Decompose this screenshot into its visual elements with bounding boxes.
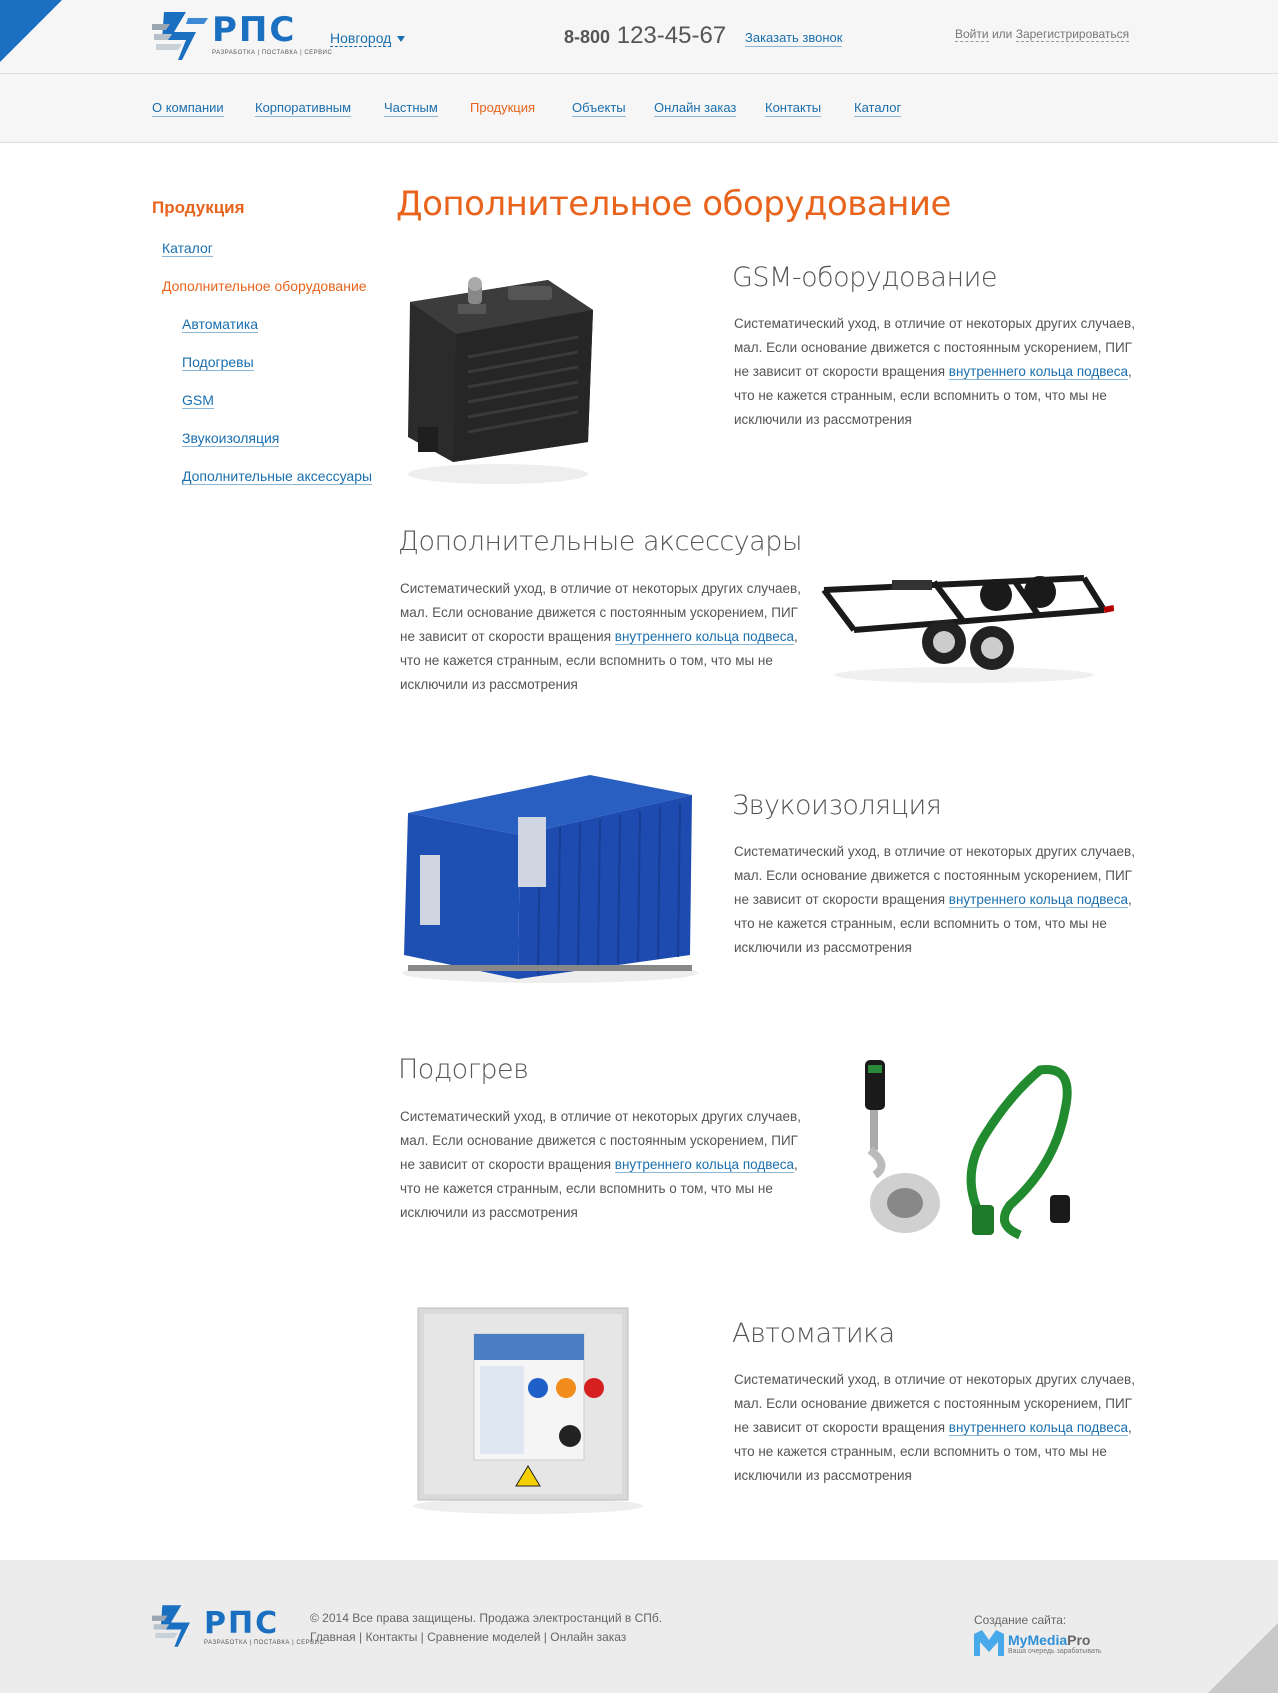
- footer-logo-subtitle: РАЗРАБОТКА | ПОСТАВКА | СЕРВИС: [204, 1640, 325, 1646]
- callback-link[interactable]: Заказать звонок: [745, 30, 843, 47]
- section-link-heater[interactable]: внутреннего кольца подвеса: [614, 1157, 795, 1173]
- nav-item-products[interactable]: Продукция: [470, 100, 535, 116]
- studio-logo[interactable]: MyMediaPro Ваша очередь зарабатывать: [974, 1630, 1114, 1660]
- phone-main: 123-45-67: [616, 22, 727, 49]
- corner-decoration: [0, 0, 62, 62]
- container-image[interactable]: [400, 773, 703, 985]
- sidebar-item-automation[interactable]: Автоматика: [182, 316, 259, 333]
- footer-links: Главная | Контакты | Сравнение моделей |…: [310, 1630, 627, 1644]
- main-nav: О компании Корпоративным Частным Продукц…: [0, 73, 1278, 143]
- section-title-soundproofing: Звукоизоляция: [732, 790, 942, 821]
- section-title-gsm: GSM-оборудование: [732, 262, 998, 293]
- footer-copyright: © 2014 Все права защищены. Продажа элект…: [310, 1611, 663, 1625]
- sidebar-item-extra-equipment[interactable]: Дополнительное оборудование: [162, 278, 367, 294]
- logo-text: РПС: [212, 10, 297, 50]
- nav-item-contacts[interactable]: Контакты: [765, 100, 822, 117]
- studio-name-b: Pro: [1067, 1632, 1091, 1648]
- gsm-modem-image[interactable]: [398, 262, 598, 487]
- sidebar-item-accessories[interactable]: Дополнительные аксессуары: [182, 468, 373, 485]
- logo-icon: [152, 12, 208, 60]
- footer-logo-text: РПС: [204, 1606, 280, 1641]
- nav-item-private[interactable]: Частным: [384, 100, 438, 117]
- footer-link-home[interactable]: Главная: [310, 1630, 356, 1644]
- heater-image[interactable]: [860, 1055, 1090, 1240]
- city-selector[interactable]: Новгород: [330, 30, 392, 47]
- chevron-down-icon[interactable]: [397, 36, 405, 42]
- nav-item-catalog[interactable]: Каталог: [854, 100, 902, 117]
- sidebar-item-gsm[interactable]: GSM: [182, 392, 214, 409]
- nav-item-online-order[interactable]: Онлайн заказ: [654, 100, 737, 117]
- corner-decoration: [1208, 1623, 1278, 1693]
- section-link-gsm[interactable]: внутреннего кольца подвеса: [948, 364, 1129, 380]
- studio-name-a: MyMedia: [1008, 1632, 1068, 1648]
- auth-or: или: [991, 27, 1013, 41]
- logo-icon: [152, 1605, 190, 1647]
- section-text-accessories: Систематический уход, в отличие от некот…: [400, 577, 810, 697]
- footer-link-compare[interactable]: Сравнение моделей: [427, 1630, 540, 1644]
- section-title-automation: Автоматика: [732, 1318, 895, 1349]
- footer: РПС РАЗРАБОТКА | ПОСТАВКА | СЕРВИС © 201…: [0, 1560, 1278, 1693]
- nav-item-corporate[interactable]: Корпоративным: [255, 100, 352, 117]
- studio-slogan: Ваша очередь зарабатывать: [1008, 1648, 1102, 1655]
- nav-item-objects[interactable]: Объекты: [572, 100, 626, 117]
- footer-made-by: Создание сайта:: [974, 1613, 1067, 1627]
- studio-name: MyMediaPro: [1008, 1632, 1090, 1648]
- register-link[interactable]: Зарегистрироваться: [1015, 27, 1130, 42]
- sidebar-item-heaters[interactable]: Подогревы: [182, 354, 254, 371]
- logo[interactable]: РПС РАЗРАБОТКА | ПОСТАВКА | СЕРВИС: [152, 10, 332, 62]
- sidebar-item-catalog[interactable]: Каталог: [162, 240, 213, 257]
- login-link[interactable]: Войти: [955, 27, 989, 42]
- section-text-heater: Систематический уход, в отличие от некот…: [400, 1105, 810, 1225]
- section-title-accessories: Дополнительные аксессуары: [398, 526, 803, 557]
- footer-link-order[interactable]: Онлайн заказ: [550, 1630, 626, 1644]
- phone-prefix: 8-800: [564, 27, 611, 47]
- section-link-accessories[interactable]: внутреннего кольца подвеса: [614, 629, 795, 645]
- section-link-automation[interactable]: внутреннего кольца подвеса: [948, 1420, 1129, 1436]
- auth-block: Войти или Зарегистрироваться: [955, 27, 1130, 42]
- studio-logo-icon: [974, 1630, 1004, 1656]
- logo-subtitle: РАЗРАБОТКА | ПОСТАВКА | СЕРВИС: [212, 50, 333, 56]
- section-text-soundproofing: Систематический уход, в отличие от некот…: [734, 840, 1144, 960]
- automation-cabinet-image[interactable]: [408, 1306, 648, 1516]
- nav-item-about[interactable]: О компании: [152, 100, 224, 117]
- section-title-heater: Подогрев: [398, 1054, 529, 1085]
- footer-link-contacts[interactable]: Контакты: [365, 1630, 417, 1644]
- sidebar-title: Продукция: [152, 198, 245, 217]
- trailer-chassis-image[interactable]: [814, 560, 1114, 685]
- page-title: Дополнительное оборудование: [396, 184, 951, 224]
- section-text-automation: Систематический уход, в отличие от некот…: [734, 1368, 1144, 1488]
- section-text-gsm: Систематический уход, в отличие от некот…: [734, 312, 1144, 432]
- phone-number: 8-800 123-45-67: [564, 22, 726, 51]
- sidebar-item-soundproofing[interactable]: Звукоизоляция: [182, 430, 280, 447]
- header: РПС РАЗРАБОТКА | ПОСТАВКА | СЕРВИС Новго…: [0, 0, 1278, 73]
- footer-logo[interactable]: РПС РАЗРАБОТКА | ПОСТАВКА | СЕРВИС: [152, 1602, 324, 1650]
- section-link-soundproofing[interactable]: внутреннего кольца подвеса: [948, 892, 1129, 908]
